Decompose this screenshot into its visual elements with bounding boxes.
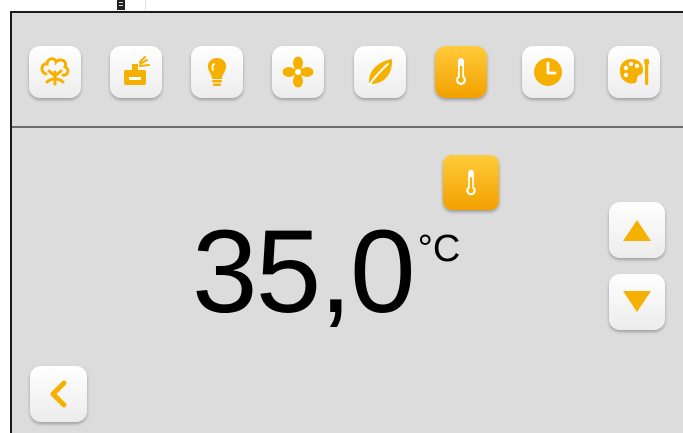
back-button[interactable]	[30, 366, 87, 422]
toolbar-leaf-button[interactable]	[354, 46, 406, 98]
chevron-left-icon	[50, 380, 66, 408]
toolbar-temperature-button[interactable]	[435, 46, 487, 98]
leaf-icon	[368, 59, 393, 86]
toolbar-clock-button[interactable]	[522, 46, 574, 98]
temperature-readout: 35,0 °C	[192, 207, 460, 337]
palette-icon	[619, 59, 649, 85]
temperature-down-button[interactable]	[609, 274, 665, 330]
temperature-value: 35,0	[192, 206, 416, 338]
triangle-up-icon	[623, 220, 651, 241]
toolbar-sprinkler-button[interactable]	[110, 46, 162, 98]
toolbar-fan-button[interactable]	[272, 46, 324, 98]
temperature-up-button[interactable]	[609, 202, 665, 258]
thermometer-icon	[456, 58, 466, 85]
toolbar-light-button[interactable]	[191, 46, 243, 98]
plant-icon	[40, 57, 70, 86]
tray-icon	[117, 0, 125, 10]
temperature-mode-badge	[443, 155, 499, 210]
triangle-down-icon	[623, 291, 651, 312]
clock-icon	[534, 58, 562, 86]
lightbulb-icon	[207, 58, 227, 86]
toolbar	[12, 13, 683, 128]
temperature-unit: °C	[417, 228, 461, 270]
control-panel: 35,0 °C	[10, 11, 683, 433]
toolbar-palette-button[interactable]	[608, 46, 660, 98]
fan-icon	[282, 56, 314, 88]
thermometer-icon	[466, 169, 476, 195]
sprinkler-icon	[124, 56, 150, 85]
toolbar-plant-button[interactable]	[29, 46, 81, 98]
